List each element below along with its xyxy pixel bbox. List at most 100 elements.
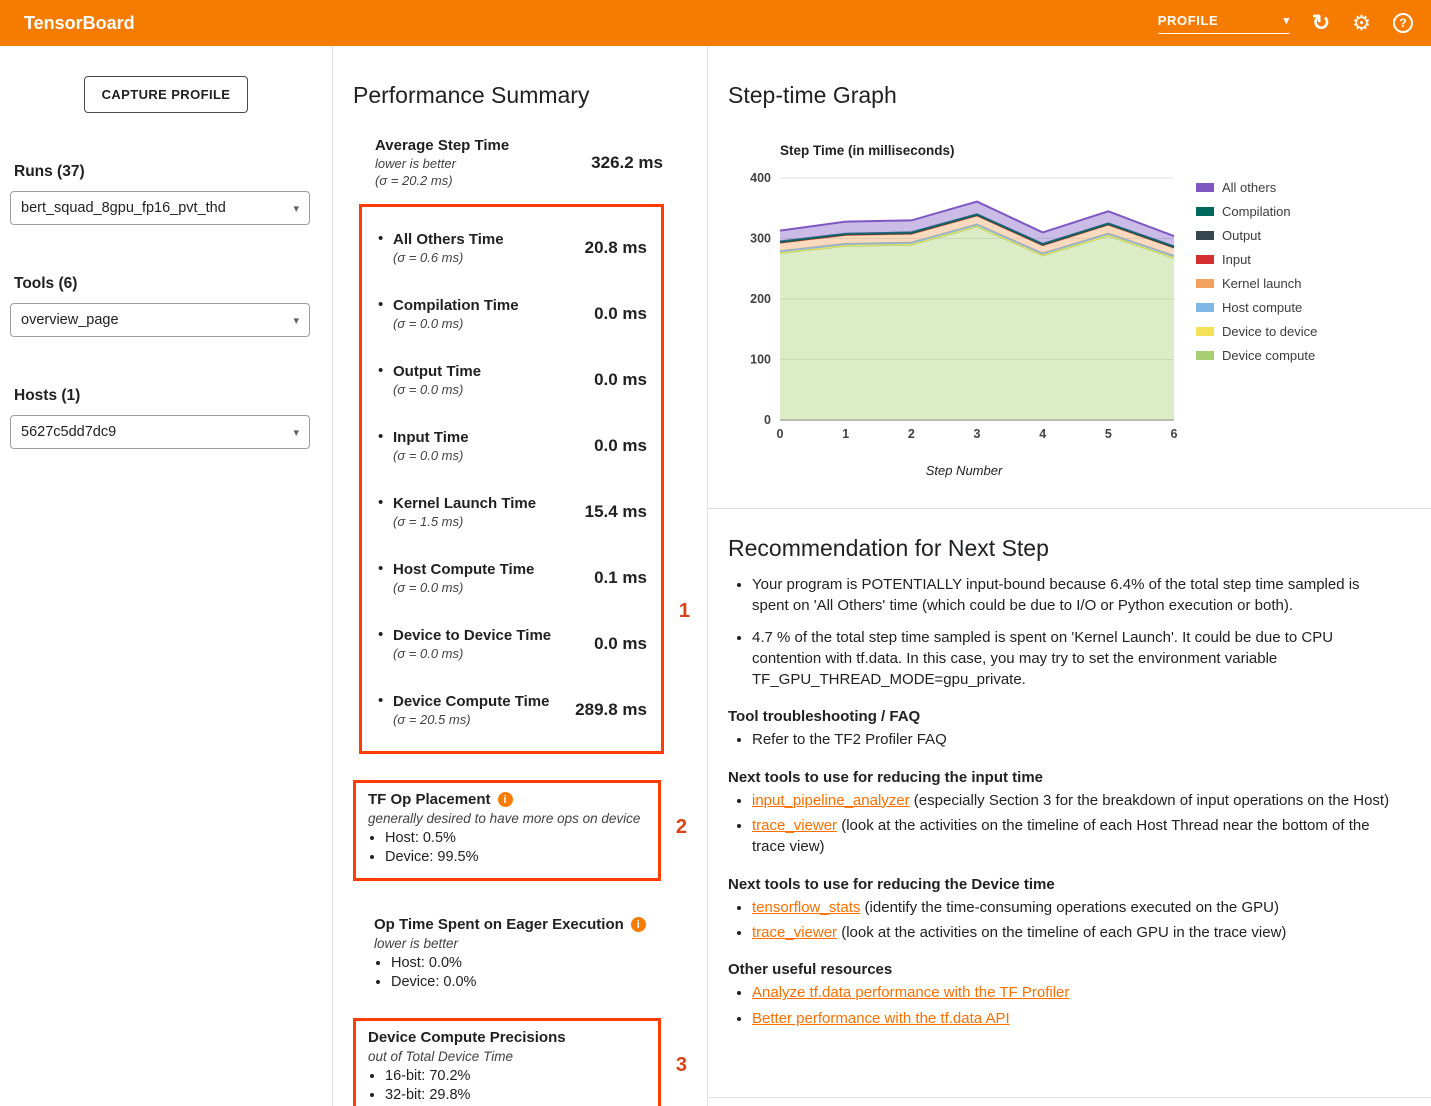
header-controls: PROFILE ▾ ↻ ⚙ ? — [1158, 10, 1413, 36]
legend-swatch — [1196, 231, 1214, 240]
rec-item: Refer to the TF2 Profiler FAQ — [752, 729, 1397, 750]
metric-row-input-time: Input Time (σ = 0.0 ms) 0.0 ms — [376, 413, 647, 479]
metric-value: 15.4 ms — [585, 502, 647, 522]
legend-label: Input — [1222, 252, 1251, 267]
legend-swatch — [1196, 327, 1214, 336]
annotation-box-3-wrap: Device Compute Precisions out of Total D… — [353, 1018, 661, 1106]
tf-op-placement-box: TF Op Placement i generally desired to h… — [353, 780, 661, 881]
legend-swatch — [1196, 255, 1214, 264]
app-header: TensorBoard PROFILE ▾ ↻ ⚙ ? — [0, 0, 1431, 46]
metric-label: All Others Time — [393, 231, 504, 248]
tf-op-placement-subtitle: generally desired to have more ops on de… — [368, 811, 646, 826]
recommendation-bullet: 4.7 % of the total step time sampled is … — [752, 627, 1397, 691]
svg-text:400: 400 — [750, 171, 771, 185]
chevron-down-icon: ▾ — [293, 314, 299, 327]
legend-label: Host compute — [1222, 300, 1302, 315]
legend-item-compilation: Compilation — [1196, 204, 1317, 219]
tools-select-value: overview_page — [21, 312, 119, 328]
metric-sigma: (σ = 0.6 ms) — [393, 250, 504, 265]
list-item: Host: 0.5% — [385, 830, 646, 846]
info-icon[interactable]: i — [498, 792, 513, 807]
info-icon[interactable]: i — [631, 917, 646, 932]
legend-item-output: Output — [1196, 228, 1317, 243]
rec-item: input_pipeline_analyzer (especially Sect… — [752, 790, 1397, 811]
link-analyze-tf-data-performance-with-the-tf-profiler[interactable]: Analyze tf.data performance with the TF … — [752, 984, 1069, 1001]
link-suffix-text: (look at the activities on the timeline … — [837, 924, 1286, 941]
metric-label: Kernel Launch Time — [393, 495, 536, 512]
metric-row-compilation-time: Compilation Time (σ = 0.0 ms) 0.0 ms — [376, 281, 647, 347]
rec-subheading-next-tools-to-use-for-reducing-the-device-time: Next tools to use for reducing the Devic… — [728, 876, 1397, 893]
dashboard-selector[interactable]: PROFILE ▾ — [1158, 13, 1290, 34]
legend-label: All others — [1222, 180, 1276, 195]
step-time-chart[interactable]: 01002003004000123456 — [744, 164, 1184, 454]
annotation-number-3: 3 — [676, 1054, 687, 1077]
metric-label: Input Time — [393, 429, 469, 446]
link-trace-viewer[interactable]: trace_viewer — [752, 924, 837, 941]
rec-subheading-other-useful-resources: Other useful resources — [728, 961, 1397, 978]
legend-swatch — [1196, 279, 1214, 288]
link-input-pipeline-analyzer[interactable]: input_pipeline_analyzer — [752, 792, 910, 809]
chevron-down-icon: ▾ — [293, 426, 299, 439]
metric-value: 0.0 ms — [594, 304, 647, 324]
svg-text:0: 0 — [777, 427, 784, 441]
svg-text:3: 3 — [974, 427, 981, 441]
annotation-number-2: 2 — [676, 816, 687, 839]
sidebar: CAPTURE PROFILE Runs (37) bert_squad_8gp… — [0, 46, 332, 1106]
device-compute-precisions-title: Device Compute Precisions — [368, 1029, 646, 1046]
metric-sigma: (σ = 20.2 ms) — [375, 173, 509, 188]
link-trace-viewer[interactable]: trace_viewer — [752, 817, 837, 834]
legend-swatch — [1196, 351, 1214, 360]
metric-value: 289.8 ms — [575, 700, 647, 720]
rec-item: trace_viewer (look at the activities on … — [752, 922, 1397, 943]
reload-icon[interactable]: ↻ — [1312, 10, 1330, 36]
legend-label: Compilation — [1222, 204, 1291, 219]
metric-value: 0.1 ms — [594, 568, 647, 588]
dashboard-selector-value: PROFILE — [1158, 13, 1219, 28]
step-time-graph-section: Step-time Graph Step Time (in millisecon… — [708, 46, 1431, 509]
runs-select[interactable]: bert_squad_8gpu_fp16_pvt_thd ▾ — [10, 191, 310, 225]
eager-execution-title: Op Time Spent on Eager Execution i — [374, 916, 692, 933]
chart-plot-wrap: 01002003004000123456 Step Number — [744, 164, 1184, 478]
rec-item: Analyze tf.data performance with the TF … — [752, 982, 1397, 1003]
metric-sigma: (σ = 0.0 ms) — [393, 646, 551, 661]
metric-row-output-time: Output Time (σ = 0.0 ms) 0.0 ms — [376, 347, 647, 413]
tools-select[interactable]: overview_page ▾ — [10, 303, 310, 337]
recommendation-subsections: Tool troubleshooting / FAQ Refer to the … — [728, 708, 1397, 1028]
hosts-select[interactable]: 5627c5dd7dc9 ▾ — [10, 415, 310, 449]
block-title-text: Device Compute Precisions — [368, 1029, 566, 1046]
legend-swatch — [1196, 207, 1214, 216]
link-tensorflow-stats[interactable]: tensorflow_stats — [752, 899, 860, 916]
help-icon[interactable]: ? — [1393, 13, 1413, 33]
metric-note: lower is better — [375, 156, 509, 171]
link-suffix-text: (identify the time-consuming operations … — [860, 899, 1279, 916]
list-item: Host: 0.0% — [391, 955, 692, 971]
svg-text:0: 0 — [764, 413, 771, 427]
capture-profile-button[interactable]: CAPTURE PROFILE — [84, 76, 249, 113]
hosts-select-value: 5627c5dd7dc9 — [21, 424, 116, 440]
recommendation-section: Recommendation for Next Step Your progra… — [708, 509, 1431, 1029]
rec-subheading-next-tools-to-use-for-reducing-the-input-time: Next tools to use for reducing the input… — [728, 769, 1397, 786]
svg-text:300: 300 — [750, 232, 771, 246]
link-better-performance-with-the-tf-data-api[interactable]: Better performance with the tf.data API — [752, 1010, 1010, 1027]
device-compute-precisions-subtitle: out of Total Device Time — [368, 1049, 646, 1064]
rec-item: Better performance with the tf.data API — [752, 1008, 1397, 1029]
device-compute-precisions-box: Device Compute Precisions out of Total D… — [353, 1018, 661, 1106]
rec-item-list: tensorflow_stats (identify the time-cons… — [728, 897, 1397, 944]
metric-sigma: (σ = 20.5 ms) — [393, 712, 549, 727]
metric-label: Average Step Time — [375, 137, 509, 154]
app-title: TensorBoard — [24, 13, 135, 34]
runs-label: Runs (37) — [14, 163, 332, 181]
metric-sigma: (σ = 1.5 ms) — [393, 514, 536, 529]
legend-item-input: Input — [1196, 252, 1317, 267]
performance-summary-title: Performance Summary — [353, 82, 707, 109]
svg-text:6: 6 — [1171, 427, 1178, 441]
metric-label: Host Compute Time — [393, 561, 534, 578]
tf-op-placement-list: Host: 0.5%Device: 99.5% — [368, 830, 646, 865]
x-axis-title: Step Number — [744, 463, 1184, 478]
recommendation-intro-list: Your program is POTENTIALLY input-bound … — [728, 574, 1397, 690]
legend-swatch — [1196, 183, 1214, 192]
svg-text:5: 5 — [1105, 427, 1112, 441]
rec-item-list: Analyze tf.data performance with the TF … — [728, 982, 1397, 1029]
metric-sigma: (σ = 0.0 ms) — [393, 382, 481, 397]
settings-gear-icon[interactable]: ⚙ — [1352, 11, 1371, 36]
